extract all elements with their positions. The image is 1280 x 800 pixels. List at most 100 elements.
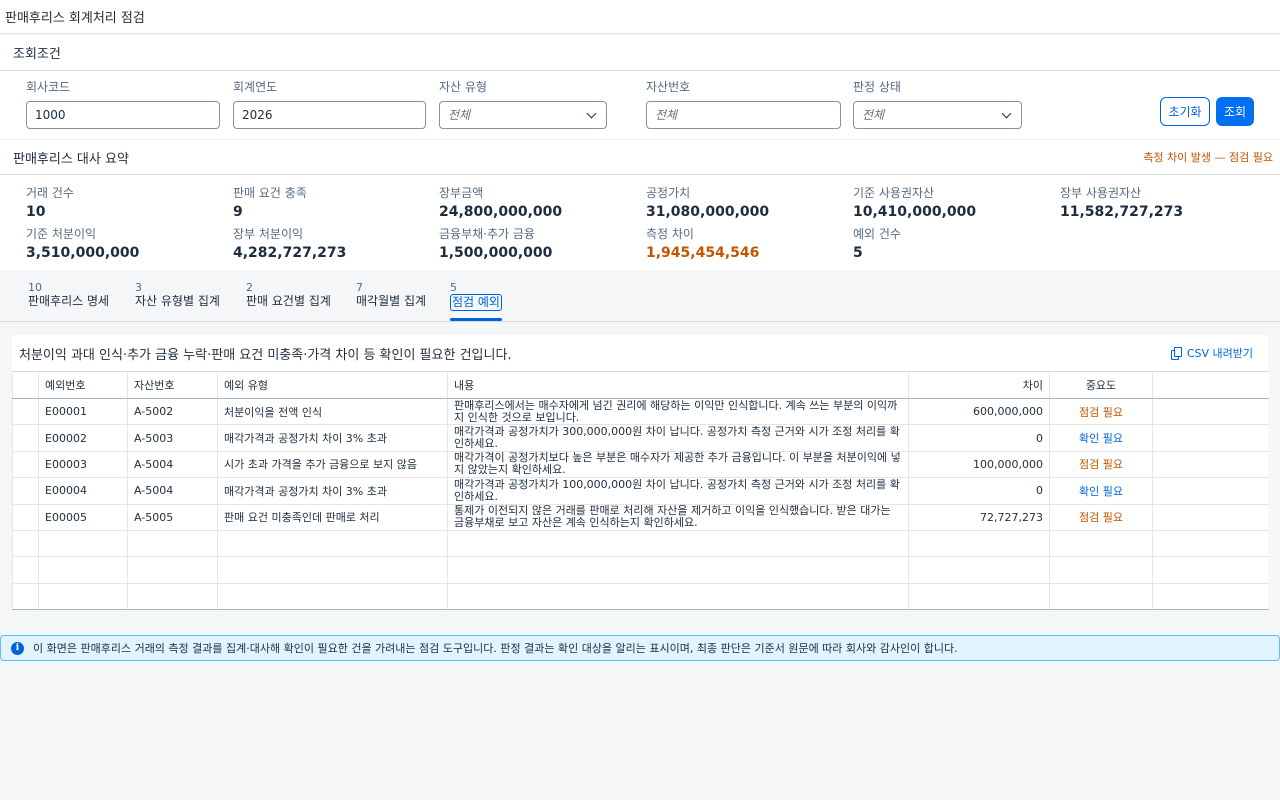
row-selector[interactable] bbox=[12, 504, 39, 531]
app-title: 판매후리스 회계처리 점검 bbox=[5, 11, 145, 26]
kpi-item: 공정가치 31,080,000,000 bbox=[646, 186, 769, 222]
tab-label: 판매 요건별 집계 bbox=[246, 294, 331, 308]
tab-count: 2 bbox=[246, 281, 253, 294]
exception-type: 판매 요건 미충족인데 판매로 처리 bbox=[217, 504, 448, 531]
judgment-status-select[interactable]: 전체 bbox=[853, 101, 1022, 129]
judgment-status-value: 전체 bbox=[862, 108, 885, 122]
kpi-value: 3,510,000,000 bbox=[26, 245, 140, 261]
exception-id: E00004 bbox=[38, 477, 128, 505]
exceptions-table: 예외번호 자산번호 예외 유형 내용 차이 중요도 E00001 A-5002 … bbox=[12, 371, 1269, 611]
exception-type: 매각가격과 공정가치 차이 3% 초과 bbox=[217, 477, 448, 505]
csv-download-button[interactable]: CSV 내려받기 bbox=[1170, 345, 1253, 361]
asset-type-label: 자산 유형 bbox=[439, 80, 487, 94]
chevron-down-icon bbox=[586, 108, 597, 118]
exception-id: E00002 bbox=[38, 424, 128, 452]
kpi-label: 금융부채·추가 금융 bbox=[439, 227, 535, 241]
column-header[interactable]: 차이 bbox=[908, 371, 1050, 399]
table-row[interactable]: E00004 A-5004 매각가격과 공정가치 차이 3% 초과 매각가격과 … bbox=[12, 477, 1269, 505]
kpi-value: 9 bbox=[233, 204, 243, 220]
kpi-item: 예외 건수 5 bbox=[853, 227, 901, 263]
asset-type-select[interactable]: 전체 bbox=[439, 101, 607, 129]
row-selector-header bbox=[12, 371, 39, 399]
exception-content-cell: 매각가격과 공정가치가 300,000,000원 차이 납니다. 공정가치 측정… bbox=[447, 424, 909, 452]
table-row[interactable]: E00005 A-5005 판매 요건 미충족인데 판매로 처리 통제가 이전되… bbox=[12, 504, 1269, 531]
row-selector[interactable] bbox=[12, 477, 39, 505]
chevron-down-icon bbox=[1001, 108, 1012, 118]
spacer-header bbox=[1152, 371, 1269, 399]
tab-exceptions[interactable]: 5 점검 예외 bbox=[450, 281, 502, 321]
exception-type: 시가 초과 가격을 추가 금융으로 보지 않음 bbox=[217, 451, 448, 479]
tab-sale-requirement-summary[interactable]: 2 판매 요건별 집계 bbox=[246, 281, 331, 309]
difference: 72,727,273 bbox=[908, 504, 1050, 531]
judgment-status-label: 판정 상태 bbox=[853, 80, 901, 94]
kpi-value: 24,800,000,000 bbox=[439, 204, 563, 220]
exception-content-cell: 매각가격과 공정가치가 100,000,000원 차이 납니다. 공정가치 측정… bbox=[447, 477, 909, 505]
kpi-label: 장부 사용권자산 bbox=[1060, 186, 1142, 200]
spacer-cell bbox=[1152, 477, 1269, 505]
column-header[interactable]: 예외번호 bbox=[38, 371, 128, 399]
exception-id: E00003 bbox=[38, 451, 128, 479]
table-row[interactable]: E00001 A-5002 처분이익을 전액 인식 판매후리스에서는 매수자에게… bbox=[12, 398, 1269, 426]
table-row[interactable]: E00003 A-5004 시가 초과 가격을 추가 금융으로 보지 않음 매각… bbox=[12, 451, 1269, 479]
copy-icon bbox=[1170, 346, 1183, 360]
kpi-item: 판매 요건 충족 9 bbox=[233, 186, 307, 222]
company-code-label: 회사코드 bbox=[26, 80, 71, 94]
tab-sale-leaseback-list[interactable]: 10 판매후리스 명세 bbox=[28, 281, 109, 309]
spacer-cell bbox=[1152, 504, 1269, 531]
exception-content-cell: 판매후리스에서는 매수자에게 넘긴 권리에 해당하는 이익만 인식합니다. 계속… bbox=[447, 398, 909, 426]
column-header[interactable]: 자산번호 bbox=[127, 371, 218, 399]
asset-number-group: 자산번호 전체 bbox=[646, 79, 841, 129]
company-code-group: 회사코드 1000 bbox=[26, 79, 220, 129]
column-header[interactable]: 내용 bbox=[447, 371, 909, 399]
kpi-value: 10,410,000,000 bbox=[853, 204, 977, 220]
column-header[interactable]: 예외 유형 bbox=[217, 371, 448, 399]
kpi-item: 금융부채·추가 금융 1,500,000,000 bbox=[439, 227, 552, 263]
exception-content-cell: 통제가 이전되지 않은 거래를 판매로 처리해 자산을 제거하고 이익을 인식했… bbox=[447, 504, 909, 531]
kpi-label: 장부금액 bbox=[439, 186, 484, 200]
kpi-item: 거래 건수 10 bbox=[26, 186, 74, 222]
row-selector[interactable] bbox=[12, 424, 39, 452]
search-button[interactable]: 조회 bbox=[1216, 97, 1254, 126]
severity: 확인 필요 bbox=[1049, 477, 1153, 505]
asset-number-label: 자산번호 bbox=[646, 80, 691, 94]
exception-content: 매각가격이 공정가치보다 높은 부분은 매수자가 제공한 추가 금융입니다. 이… bbox=[454, 452, 901, 477]
tab-sale-month-summary[interactable]: 7 매각월별 집계 bbox=[356, 281, 426, 309]
kpi-item: 장부 처분이익 4,282,727,273 bbox=[233, 227, 346, 263]
exception-type: 처분이익을 전액 인식 bbox=[217, 398, 448, 426]
kpi-item: 기준 사용권자산 10,410,000,000 bbox=[853, 186, 976, 222]
difference: 0 bbox=[908, 424, 1050, 452]
summary-warning: 측정 차이 발생 — 점검 필요 bbox=[1143, 151, 1273, 164]
spacer-cell bbox=[1152, 424, 1269, 452]
exception-content: 매각가격과 공정가치가 100,000,000원 차이 납니다. 공정가치 측정… bbox=[454, 478, 900, 503]
asset-number: A-5004 bbox=[127, 451, 218, 479]
reset-button[interactable]: 초기화 bbox=[1160, 97, 1210, 126]
fiscal-year-input[interactable]: 2026 bbox=[233, 101, 426, 129]
exception-content-cell: 매각가격이 공정가치보다 높은 부분은 매수자가 제공한 추가 금융입니다. 이… bbox=[447, 451, 909, 479]
table-row[interactable]: E00002 A-5003 매각가격과 공정가치 차이 3% 초과 매각가격과 … bbox=[12, 424, 1269, 452]
difference: 100,000,000 bbox=[908, 451, 1050, 479]
column-header[interactable]: 중요도 bbox=[1049, 371, 1153, 399]
row-selector[interactable] bbox=[12, 451, 39, 479]
kpi-value: 1,945,454,546 bbox=[646, 245, 760, 261]
table-header-row: 예외번호 자산번호 예외 유형 내용 차이 중요도 bbox=[12, 371, 1269, 399]
spacer-cell bbox=[1152, 451, 1269, 479]
judgment-status-group: 판정 상태 전체 bbox=[853, 79, 1022, 129]
csv-download-label: CSV 내려받기 bbox=[1186, 347, 1253, 360]
company-code-input[interactable]: 1000 bbox=[26, 101, 220, 129]
tab-count: 5 bbox=[450, 281, 457, 294]
tab-asset-type-summary[interactable]: 3 자산 유형별 집계 bbox=[135, 281, 220, 309]
kpi-item: 기준 처분이익 3,510,000,000 bbox=[26, 227, 139, 263]
tab-label: 자산 유형별 집계 bbox=[135, 294, 220, 308]
row-selector[interactable] bbox=[12, 398, 39, 426]
severity: 점검 필요 bbox=[1049, 451, 1153, 479]
tab-label: 판매후리스 명세 bbox=[28, 294, 110, 308]
kpi-label: 장부 처분이익 bbox=[233, 227, 304, 241]
asset-number-input[interactable]: 전체 bbox=[646, 101, 841, 129]
exception-type: 매각가격과 공정가치 차이 3% 초과 bbox=[217, 424, 448, 452]
asset-number: A-5004 bbox=[127, 477, 218, 505]
severity: 점검 필요 bbox=[1049, 398, 1153, 426]
fiscal-year-group: 회계연도 2026 bbox=[233, 79, 426, 129]
asset-type-value: 전체 bbox=[448, 108, 471, 122]
exceptions-panel: 처분이익 과대 인식·추가 금융 누락·판매 요건 미충족·가격 차이 등 확인… bbox=[12, 335, 1269, 611]
kpi-value: 11,582,727,273 bbox=[1060, 204, 1184, 220]
